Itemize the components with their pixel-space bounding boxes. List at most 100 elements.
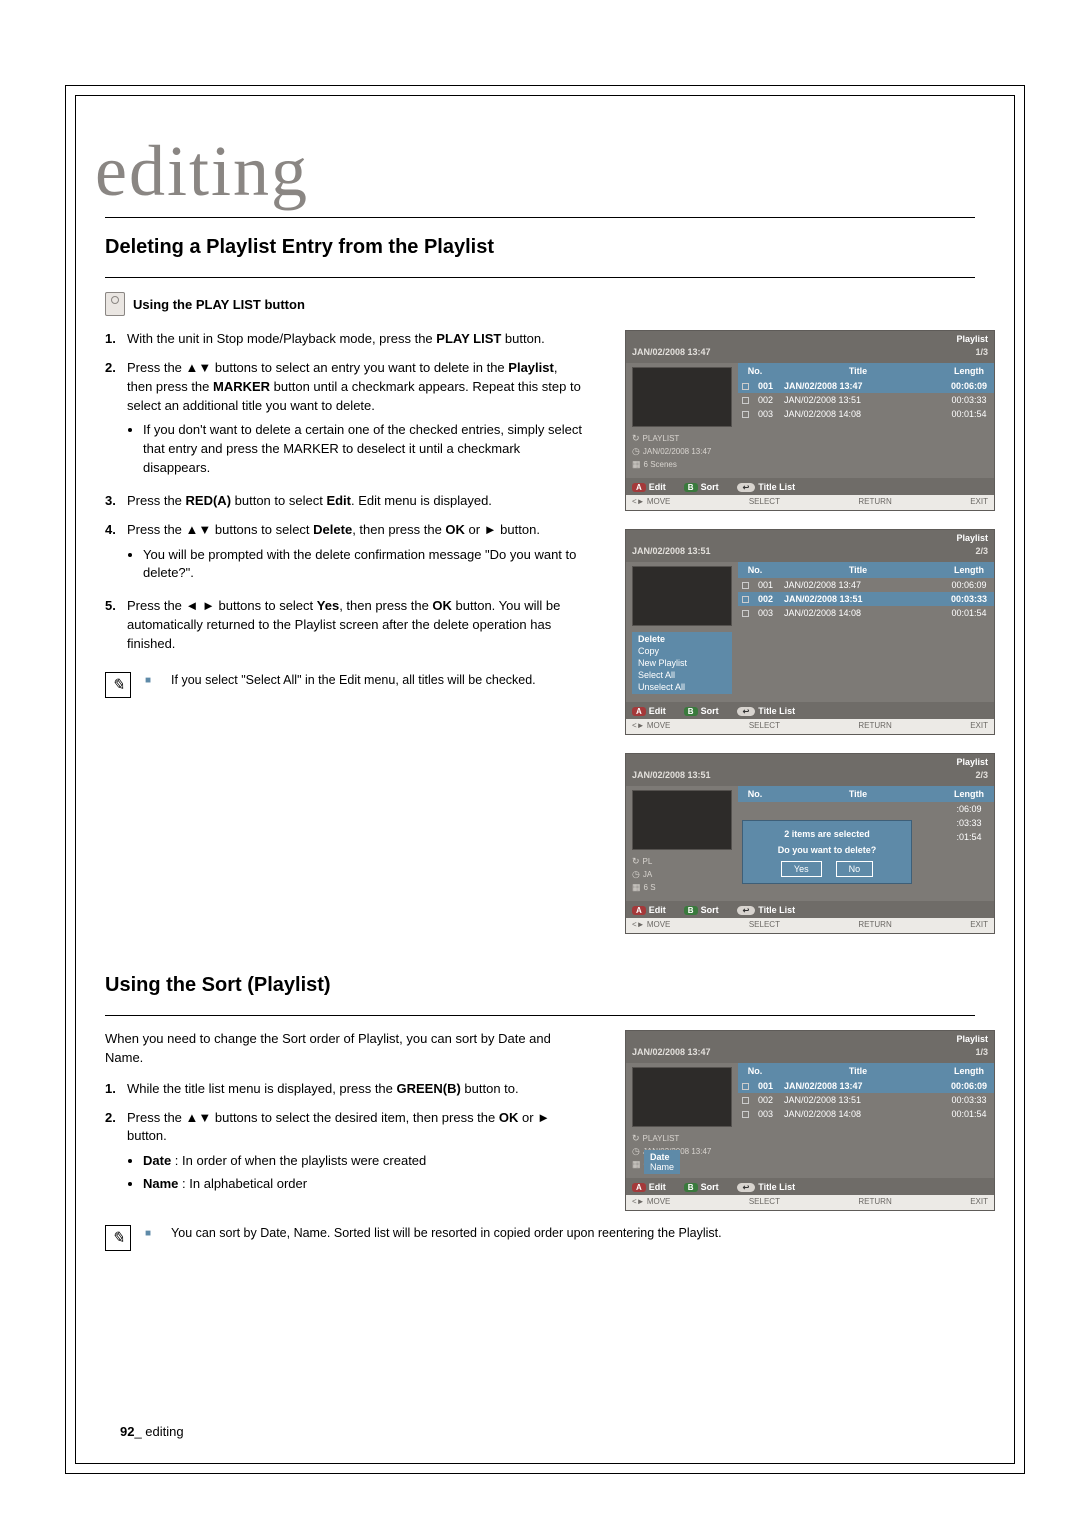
table-row[interactable]: 002JAN/02/2008 13:5100:03:33 bbox=[738, 393, 994, 407]
section2-steps: 1.While the title list menu is displayed… bbox=[105, 1080, 585, 1198]
edit-button[interactable]: Edit bbox=[649, 706, 666, 716]
key-a-icon: A bbox=[632, 1183, 646, 1192]
clock-icon: ◷ bbox=[632, 446, 640, 457]
table-row[interactable]: 003JAN/02/2008 14:0800:01:54 bbox=[738, 606, 994, 620]
section1-subhead: Using the PLAY LIST button bbox=[105, 292, 975, 316]
section2-note: You can sort by Date, Name. Sorted list … bbox=[171, 1225, 975, 1243]
checkbox-icon[interactable] bbox=[742, 610, 749, 617]
clock-icon: ◷ bbox=[632, 869, 640, 880]
shot-toolbar: AEdit BSort ↩Title List bbox=[626, 478, 994, 495]
sort-date[interactable]: Date bbox=[650, 1152, 674, 1162]
menu-new-playlist[interactable]: New Playlist bbox=[638, 658, 726, 668]
chapter-title: editing bbox=[95, 130, 975, 213]
scenes-icon: ▦ bbox=[632, 882, 641, 893]
section1-note: If you select "Select All" in the Edit m… bbox=[171, 672, 585, 690]
s2-step2-sub1: Date : In order of when the playlists we… bbox=[143, 1152, 585, 1171]
s1-step4: Press the ▲▼ buttons to select Delete, t… bbox=[127, 522, 540, 537]
col-length: Length bbox=[944, 366, 994, 376]
titlelist-button[interactable]: Title List bbox=[758, 1182, 795, 1192]
sort-button[interactable]: Sort bbox=[701, 706, 719, 716]
key-return-icon: ↩ bbox=[737, 483, 756, 492]
sort-button[interactable]: Sort bbox=[701, 905, 719, 915]
checkbox-icon[interactable] bbox=[742, 1111, 749, 1118]
confirm-dialog: 2 items are selected Do you want to dele… bbox=[742, 820, 912, 884]
screenshot-edit-menu: Playlist JAN/02/2008 13:51 2/3 Delete Co… bbox=[625, 529, 995, 735]
note-icon: ✎ bbox=[105, 1225, 131, 1251]
menu-delete[interactable]: Delete bbox=[638, 634, 726, 644]
titlelist-button[interactable]: Title List bbox=[758, 905, 795, 915]
preview-thumb bbox=[632, 790, 732, 850]
sort-name[interactable]: Name bbox=[650, 1162, 674, 1172]
checkbox-icon[interactable] bbox=[742, 582, 749, 589]
sort-popup: Date Name bbox=[644, 1150, 680, 1174]
checkbox-icon[interactable] bbox=[742, 383, 749, 390]
menu-copy[interactable]: Copy bbox=[638, 646, 726, 656]
shot-footer: <► MOVE SELECT RETURN EXIT bbox=[626, 495, 994, 510]
scenes-icon: ▦ bbox=[632, 1159, 641, 1170]
screenshot-delete-dialog: Playlist JAN/02/2008 13:51 2/3 ↻PL ◷JA ▦… bbox=[625, 753, 995, 934]
section2-intro: When you need to change the Sort order o… bbox=[105, 1030, 585, 1068]
preview-thumb bbox=[632, 1067, 732, 1127]
titlelist-button[interactable]: Title List bbox=[758, 482, 795, 492]
table-row[interactable]: 001JAN/02/2008 13:4700:06:09 bbox=[738, 578, 994, 592]
menu-unselect-all[interactable]: Unselect All bbox=[638, 682, 726, 692]
table-row[interactable]: 001JAN/02/2008 13:4700:06:09 bbox=[738, 1079, 994, 1093]
s1-step2: Press the ▲▼ buttons to select an entry … bbox=[127, 360, 581, 413]
note-icon: ✎ bbox=[105, 672, 131, 698]
table-row[interactable]: 002JAN/02/2008 13:5100:03:33 bbox=[738, 1093, 994, 1107]
key-b-icon: B bbox=[684, 906, 698, 915]
section1-steps: 1.With the unit in Stop mode/Playback mo… bbox=[105, 330, 585, 654]
repeat-icon: ↻ bbox=[632, 856, 640, 867]
meta-time: JAN/02/2008 13:47 bbox=[643, 447, 712, 456]
s2-step2-sub2: Name : In alphabetical order bbox=[143, 1175, 585, 1194]
shot2-title: Playlist bbox=[626, 530, 994, 544]
key-a-icon: A bbox=[632, 707, 646, 716]
no-button[interactable]: No bbox=[836, 861, 874, 877]
table-row[interactable]: 002JAN/02/2008 13:5100:03:33 bbox=[738, 592, 994, 606]
repeat-icon: ↻ bbox=[632, 1133, 640, 1144]
note-bullet: ■ bbox=[145, 1228, 151, 1239]
s2-step2: Press the ▲▼ buttons to select the desir… bbox=[127, 1110, 550, 1144]
titlelist-button[interactable]: Title List bbox=[758, 706, 795, 716]
edit-button[interactable]: Edit bbox=[649, 1182, 666, 1192]
checkbox-icon[interactable] bbox=[742, 397, 749, 404]
shot2-status: JAN/02/2008 13:51 bbox=[632, 546, 711, 556]
sort-button[interactable]: Sort bbox=[701, 1182, 719, 1192]
scenes-icon: ▦ bbox=[632, 459, 641, 470]
key-a-icon: A bbox=[632, 483, 646, 492]
checkbox-icon[interactable] bbox=[742, 1083, 749, 1090]
meta-pl: PLAYLIST bbox=[643, 434, 680, 443]
edit-button[interactable]: Edit bbox=[649, 905, 666, 915]
shot2-counter: 2/3 bbox=[975, 546, 988, 556]
screenshot-sort: Playlist JAN/02/2008 13:47 1/3 ↻PLAYLIST… bbox=[625, 1030, 995, 1211]
repeat-icon: ↻ bbox=[632, 433, 640, 444]
checkbox-icon[interactable] bbox=[742, 596, 749, 603]
s1-step3: Press the RED(A) button to select Edit. … bbox=[127, 492, 585, 511]
meta-scenes: 6 Scenes bbox=[644, 460, 677, 469]
note-bullet: ■ bbox=[145, 675, 151, 686]
clock-icon: ◷ bbox=[632, 1146, 640, 1157]
checkbox-icon[interactable] bbox=[742, 411, 749, 418]
key-b-icon: B bbox=[684, 483, 698, 492]
preview-thumb bbox=[632, 566, 732, 626]
s1-step1: With the unit in Stop mode/Playback mode… bbox=[127, 330, 585, 349]
col-title: Title bbox=[772, 366, 944, 376]
key-b-icon: B bbox=[684, 707, 698, 716]
s1-step5: Press the ◄ ► buttons to select Yes, the… bbox=[127, 597, 585, 654]
key-a-icon: A bbox=[632, 906, 646, 915]
key-return-icon: ↩ bbox=[737, 1183, 756, 1192]
subhead-text: Using the PLAY LIST button bbox=[133, 297, 305, 312]
table-row[interactable]: 003JAN/02/2008 14:0800:01:54 bbox=[738, 1107, 994, 1121]
yes-button[interactable]: Yes bbox=[781, 861, 822, 877]
col-no: No. bbox=[738, 366, 772, 376]
shot1-counter: 1/3 bbox=[975, 347, 988, 357]
edit-button[interactable]: Edit bbox=[649, 482, 666, 492]
checkbox-icon[interactable] bbox=[742, 1097, 749, 1104]
sort-button[interactable]: Sort bbox=[701, 482, 719, 492]
dialog-line1: 2 items are selected bbox=[749, 829, 905, 839]
table-row[interactable]: 003JAN/02/2008 14:0800:01:54 bbox=[738, 407, 994, 421]
dialog-line2: Do you want to delete? bbox=[749, 845, 905, 855]
menu-select-all[interactable]: Select All bbox=[638, 670, 726, 680]
key-return-icon: ↩ bbox=[737, 707, 756, 716]
table-row[interactable]: 001JAN/02/2008 13:4700:06:09 bbox=[738, 379, 994, 393]
